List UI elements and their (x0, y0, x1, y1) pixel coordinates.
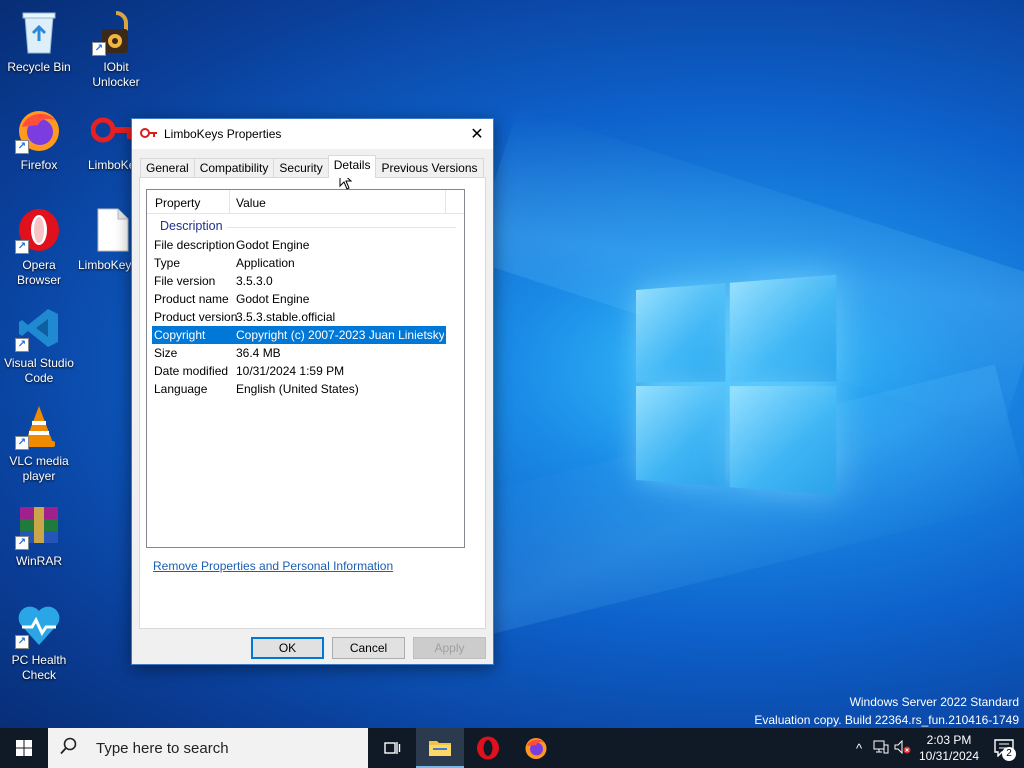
shortcut-arrow-icon: ↗ (92, 42, 106, 56)
iobit-unlocker-icon: ↗ (92, 8, 140, 56)
task-view-button[interactable] (368, 728, 416, 768)
desktop-icon-limbokeys-file[interactable]: LimboKeys (78, 206, 136, 273)
desktop-icon-opera[interactable]: ↗ Opera Browser (1, 206, 77, 288)
folder-icon (428, 738, 452, 758)
desktop-icon-vlc[interactable]: ↗ VLC media player (1, 402, 77, 484)
tab-details[interactable]: Details (328, 155, 377, 178)
desktop-icon-recycle-bin[interactable]: Recycle Bin (1, 8, 77, 75)
list-row[interactable]: File description Godot Engine (152, 236, 446, 254)
os-watermark: Windows Server 2022 Standard Evaluation … (754, 693, 1019, 729)
recycle-bin-icon (15, 8, 63, 56)
close-button[interactable]: ✕ (461, 119, 493, 149)
shortcut-arrow-icon: ↗ (15, 338, 29, 352)
close-icon: ✕ (470, 124, 483, 144)
desktop-icon-firefox[interactable]: ↗ Firefox (1, 106, 77, 173)
desktop-icon-label: PC Health Check (1, 653, 77, 683)
list-row[interactable]: Language English (United States) (152, 380, 446, 398)
notification-count-badge: 2 (1002, 747, 1016, 761)
volume-muted-icon[interactable] (892, 740, 914, 757)
taskbar-clock[interactable]: 2:03 PM 10/31/2024 (914, 732, 984, 764)
column-header-value[interactable]: Value (236, 196, 266, 210)
file-icon (88, 206, 136, 254)
desktop-icon-label: IObit Unlocker (78, 60, 154, 90)
cancel-button[interactable]: Cancel (332, 637, 405, 659)
desktop-icon-iobit-unlocker[interactable]: ↗ IObit Unlocker (78, 8, 154, 90)
shortcut-arrow-icon: ↗ (15, 140, 29, 154)
shortcut-arrow-icon: ↗ (15, 536, 29, 550)
desktop-icon-vscode[interactable]: ↗ Visual Studio Code (1, 304, 77, 386)
clock-date: 10/31/2024 (914, 748, 984, 764)
list-header: Property Value (147, 190, 464, 214)
task-view-icon (383, 740, 401, 756)
desktop-icon-pc-health-check[interactable]: ↗ PC Health Check (1, 601, 77, 683)
list-row[interactable]: Product version 3.5.3.stable.official (152, 308, 446, 326)
watermark-edition: Windows Server 2022 Standard (754, 693, 1019, 711)
tab-security[interactable]: Security (273, 158, 328, 178)
list-row[interactable]: Type Application (152, 254, 446, 272)
tab-previous-versions[interactable]: Previous Versions (375, 158, 483, 178)
network-icon[interactable] (870, 740, 892, 757)
action-center-button[interactable]: 2 (984, 728, 1024, 768)
properties-dialog: LimboKeys Properties ✕ General Compatibi… (131, 118, 494, 665)
desktop-icon-label: LimboKeys (88, 158, 136, 173)
opera-icon (476, 736, 500, 760)
clock-time: 2:03 PM (914, 732, 984, 748)
column-header-property[interactable]: Property (155, 196, 200, 210)
windows-start-icon (16, 740, 32, 756)
heart-icon: ↗ (15, 601, 63, 649)
opera-icon: ↗ (15, 206, 63, 254)
list-row[interactable]: File version 3.5.3.0 (152, 272, 446, 290)
shortcut-arrow-icon: ↗ (15, 240, 29, 254)
tab-general[interactable]: General (140, 158, 195, 178)
tab-strip: General Compatibility Security Details P… (140, 157, 483, 178)
windows-logo-wallpaper (636, 275, 836, 496)
search-placeholder: Type here to search (96, 740, 229, 757)
taskbar-search-box[interactable]: Type here to search (48, 728, 368, 768)
shortcut-arrow-icon: ↗ (15, 635, 29, 649)
group-header-description: Description (147, 214, 464, 236)
tab-compatibility[interactable]: Compatibility (194, 158, 275, 178)
taskbar: Type here to search ^ 2:03 PM 10/31/2024… (0, 728, 1024, 768)
desktop-icon-label: VLC media player (1, 454, 77, 484)
firefox-icon: ↗ (15, 106, 63, 154)
system-tray: ^ 2:03 PM 10/31/2024 2 (848, 728, 1024, 768)
desktop-icon-label: Firefox (1, 158, 77, 173)
taskbar-file-explorer[interactable] (416, 728, 464, 768)
desktop-icon-label: Opera Browser (1, 258, 77, 288)
desktop-icon-label: WinRAR (1, 554, 77, 569)
dialog-titlebar[interactable]: LimboKeys Properties (132, 119, 493, 149)
shortcut-arrow-icon: ↗ (15, 436, 29, 450)
vscode-icon: ↗ (15, 304, 63, 352)
vlc-icon: ↗ (15, 402, 63, 450)
desktop-icon-label: Visual Studio Code (1, 356, 77, 386)
desktop-icon-label: Recycle Bin (1, 60, 77, 75)
details-list[interactable]: Property Value Description File descript… (146, 189, 465, 548)
taskbar-opera[interactable] (464, 728, 512, 768)
dialog-title: LimboKeys Properties (164, 127, 281, 141)
desktop-icon-label: LimboKeys (78, 258, 136, 273)
show-hidden-icons-chevron-icon[interactable]: ^ (848, 741, 870, 756)
watermark-build: Evaluation copy. Build 22364.rs_fun.2104… (754, 711, 1019, 729)
key-icon (140, 127, 158, 142)
start-button[interactable] (0, 728, 48, 768)
search-icon (60, 737, 82, 760)
list-row[interactable]: Size 36.4 MB (152, 344, 446, 362)
list-row-selected[interactable]: Copyright Copyright (c) 2007-2023 Juan Li… (152, 326, 446, 344)
apply-button[interactable]: Apply (413, 637, 486, 659)
key-icon (90, 106, 136, 154)
firefox-icon (524, 736, 548, 760)
desktop-icon-winrar[interactable]: ↗ WinRAR (1, 502, 77, 569)
winrar-icon: ↗ (15, 502, 63, 550)
list-row[interactable]: Date modified 10/31/2024 1:59 PM (152, 362, 446, 380)
ok-button[interactable]: OK (251, 637, 324, 659)
desktop-icon-limbokeys[interactable]: LimboKeys (78, 106, 136, 173)
list-row[interactable]: Product name Godot Engine (152, 290, 446, 308)
remove-properties-link[interactable]: Remove Properties and Personal Informati… (153, 559, 393, 573)
taskbar-firefox[interactable] (512, 728, 560, 768)
